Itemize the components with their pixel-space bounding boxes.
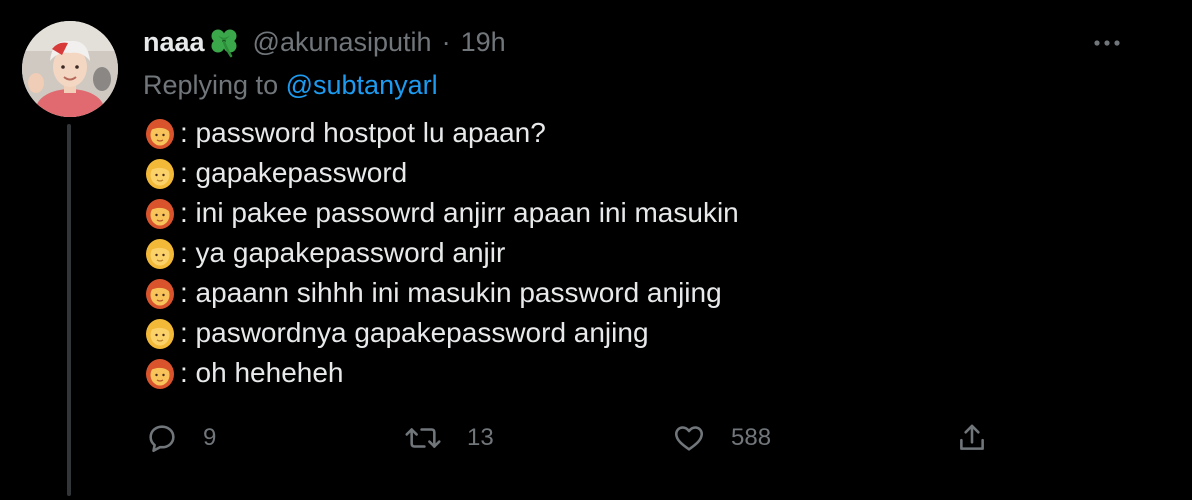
more-options-icon[interactable]	[1092, 36, 1122, 48]
share-button[interactable]	[955, 418, 989, 458]
user-handle[interactable]: @akunasiputih	[253, 27, 432, 58]
tweet[interactable]: naaa @akunasiputih · 19h Replying to @su…	[0, 0, 1192, 500]
tweet-line: : ini pakee passowrd anjirr apaan ini ma…	[143, 193, 739, 233]
tweet-line: : oh heheheh	[143, 353, 739, 393]
red-haired-woman-emoji-icon	[143, 196, 177, 230]
replying-prefix: Replying to	[143, 70, 279, 100]
tweet-line: : paswordnya gapakepassword anjing	[143, 313, 739, 353]
like-count: 588	[731, 424, 772, 451]
red-haired-woman-emoji-icon	[143, 276, 177, 310]
reply-button[interactable]: 9	[145, 418, 216, 458]
retweet-icon	[403, 421, 443, 455]
heart-icon	[671, 421, 707, 455]
tweet-line: : ya gapakepassword anjir	[143, 233, 739, 273]
tweet-text: : password hostpot lu apaan? : gapakepas…	[143, 113, 739, 393]
line-text: : ya gapakepassword anjir	[180, 237, 506, 268]
separator-dot: ·	[441, 26, 451, 57]
tweet-line: : apaann sihhh ini masukin password anji…	[143, 273, 739, 313]
tweet-line: : gapakepassword	[143, 153, 739, 193]
display-name[interactable]: naaa	[143, 27, 205, 58]
thread-line	[67, 124, 71, 496]
like-button[interactable]: 588	[671, 418, 771, 458]
retweet-count: 13	[467, 424, 494, 451]
blond-woman-emoji-icon	[143, 156, 177, 190]
red-haired-woman-emoji-icon	[143, 356, 177, 390]
blond-woman-emoji-icon	[143, 236, 177, 270]
tweet-time[interactable]: 19h	[461, 27, 506, 58]
replying-to-mention[interactable]: @subtanyarl	[286, 70, 438, 100]
avatar[interactable]	[22, 21, 118, 117]
reply-count: 9	[203, 424, 217, 451]
reply-icon	[145, 421, 179, 455]
tweet-line: : password hostpot lu apaan?	[143, 113, 739, 153]
blond-woman-emoji-icon	[143, 316, 177, 350]
red-haired-woman-emoji-icon	[143, 116, 177, 150]
replying-to: Replying to @subtanyarl	[143, 70, 438, 101]
line-text: : ini pakee passowrd anjirr apaan ini ma…	[180, 197, 739, 228]
tweet-header: naaa @akunasiputih · 19h	[143, 22, 506, 62]
line-text: : apaann sihhh ini masukin password anji…	[180, 277, 722, 308]
share-icon	[955, 421, 989, 455]
line-text: : oh heheheh	[180, 357, 344, 388]
retweet-button[interactable]: 13	[403, 418, 494, 458]
line-text: : paswordnya gapakepassword anjing	[180, 317, 649, 348]
four-leaf-clover-icon	[207, 25, 241, 59]
tweet-actions: 9 13 588	[143, 418, 1063, 458]
line-text: : password hostpot lu apaan?	[180, 117, 546, 148]
line-text: : gapakepassword	[180, 157, 408, 188]
